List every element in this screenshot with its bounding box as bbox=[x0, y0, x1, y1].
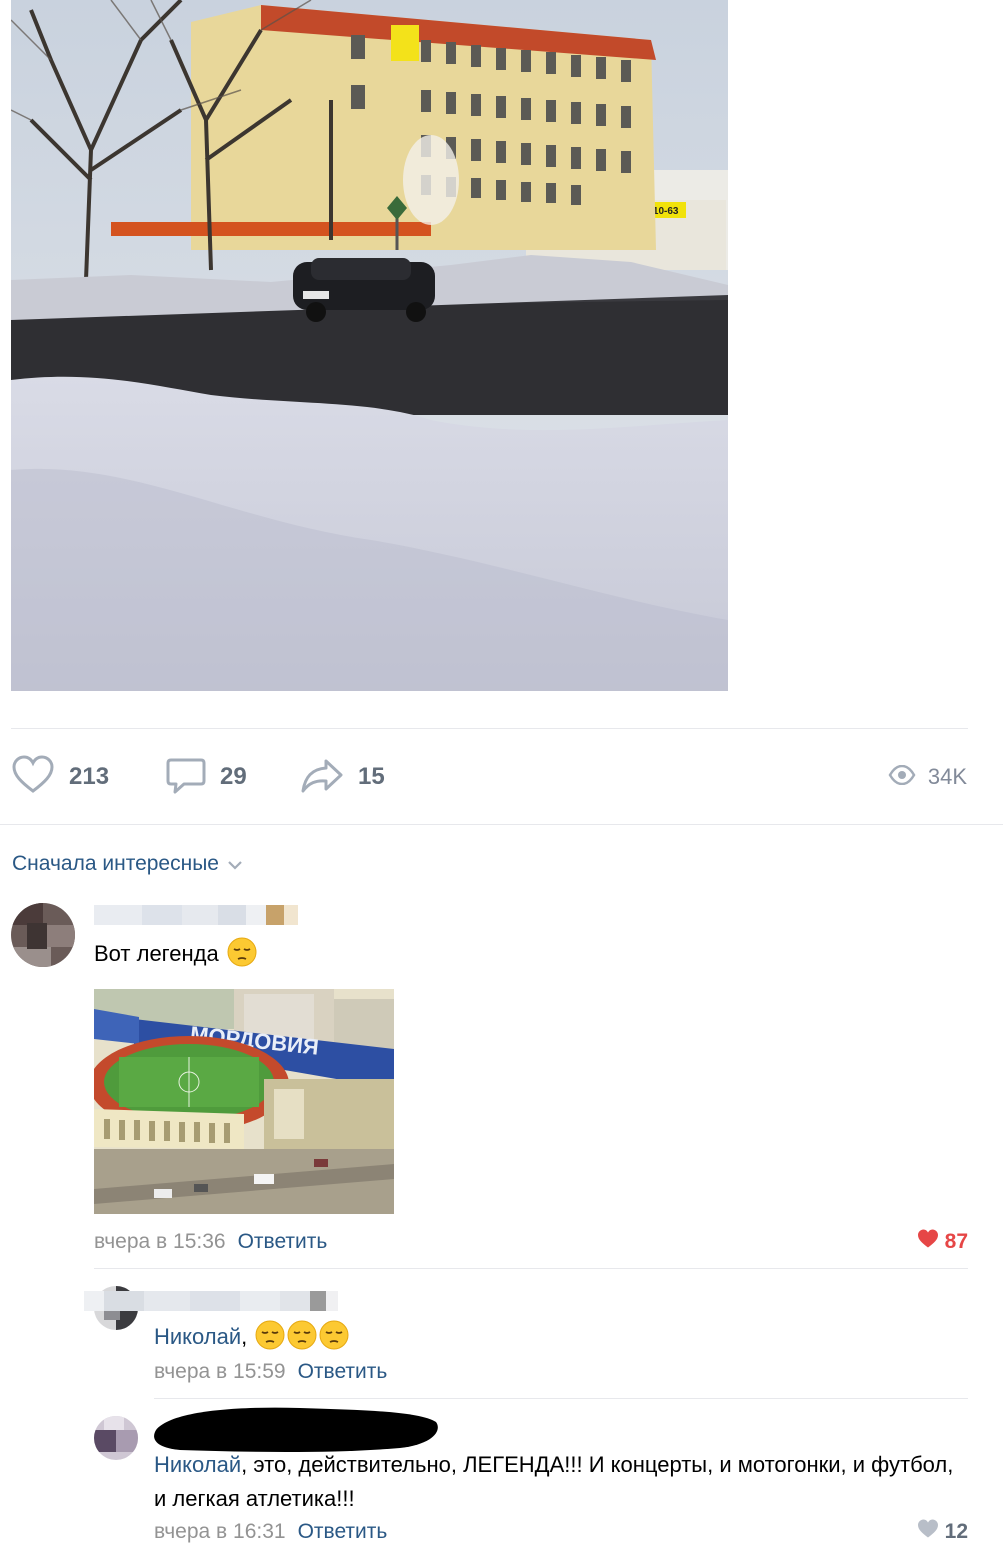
comment-meta: вчера в 15:59 Ответить bbox=[154, 1360, 387, 1384]
heart-icon bbox=[917, 1519, 939, 1545]
mention-link[interactable]: Николай bbox=[154, 1452, 241, 1477]
heart-icon bbox=[917, 1229, 939, 1255]
share-icon bbox=[300, 755, 344, 800]
reply-button[interactable]: Ответить bbox=[298, 1360, 388, 1383]
chevron-down-icon bbox=[227, 852, 243, 876]
pensive-emoji-icon bbox=[227, 937, 257, 967]
comment-like-button[interactable]: 87 bbox=[917, 1229, 968, 1255]
post-photo[interactable]: АРЕНДА 38-10-63 bbox=[11, 0, 728, 691]
pensive-emoji-icon bbox=[287, 1320, 317, 1350]
comment-like-count: 12 bbox=[944, 1520, 968, 1543]
comment-text: Вот легенда bbox=[94, 937, 257, 971]
actions-divider bbox=[0, 824, 1003, 825]
comment-time: вчера в 16:31 bbox=[154, 1520, 286, 1543]
like-count: 213 bbox=[69, 763, 110, 790]
comment-attached-photo[interactable]: МОРДОВИЯ bbox=[94, 989, 394, 1214]
author-name-blurred[interactable] bbox=[94, 905, 298, 925]
comment-divider bbox=[94, 1268, 968, 1269]
author-name-blurred[interactable] bbox=[84, 1291, 338, 1311]
sort-label: Сначала интересные bbox=[12, 852, 219, 875]
comment-text: Николай, это, действительно, ЛЕГЕНДА!!! … bbox=[154, 1452, 954, 1511]
comment-meta: вчера в 16:31 Ответить bbox=[154, 1520, 387, 1544]
author-name-redacted bbox=[150, 1400, 442, 1454]
avatar[interactable] bbox=[11, 903, 75, 967]
eye-icon bbox=[888, 764, 916, 790]
comment-meta: вчера в 15:36 Ответить bbox=[94, 1230, 327, 1254]
avatar[interactable] bbox=[94, 1416, 138, 1460]
views-count: 34K bbox=[927, 764, 967, 789]
post-divider bbox=[11, 728, 968, 729]
comment-time: вчера в 15:36 bbox=[94, 1230, 226, 1253]
comments-sort-dropdown[interactable]: Сначала интересные bbox=[12, 852, 243, 876]
comment-time: вчера в 15:59 bbox=[154, 1360, 286, 1383]
views-counter: 34K bbox=[888, 757, 967, 797]
share-button[interactable]: 15 bbox=[300, 757, 385, 797]
comment-icon bbox=[166, 755, 206, 800]
comment-like-count: 87 bbox=[944, 1230, 968, 1253]
pensive-emoji-icon bbox=[255, 1320, 285, 1350]
comment-text: Николай, bbox=[154, 1320, 349, 1354]
mention-link[interactable]: Николай bbox=[154, 1324, 241, 1349]
reply-button[interactable]: Ответить bbox=[298, 1520, 388, 1543]
heart-icon bbox=[11, 754, 55, 800]
comment-button[interactable]: 29 bbox=[166, 757, 247, 797]
like-button[interactable]: 213 bbox=[11, 754, 110, 800]
comment-count: 29 bbox=[220, 763, 247, 790]
comment-like-button[interactable]: 12 bbox=[917, 1519, 968, 1545]
share-count: 15 bbox=[358, 763, 385, 790]
pensive-emoji-icon bbox=[319, 1320, 349, 1350]
comment-divider bbox=[154, 1398, 968, 1399]
reply-button[interactable]: Ответить bbox=[238, 1230, 328, 1253]
